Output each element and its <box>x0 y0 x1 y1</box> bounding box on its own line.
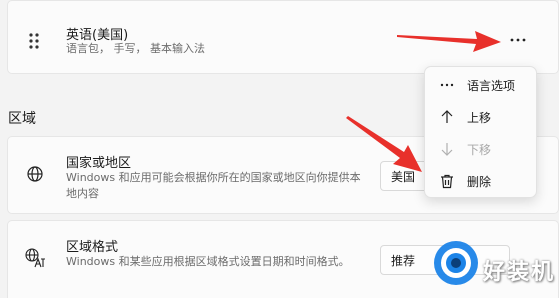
format-select-value: 推荐 <box>391 254 416 268</box>
annotation-arrow-icon <box>397 31 501 52</box>
menu-item-label: 删除 <box>467 175 492 189</box>
annotation-arrow-icon <box>346 116 422 172</box>
arrow-up-icon <box>441 110 453 123</box>
watermark-text: 好装机 <box>483 260 556 285</box>
arrow-down-icon <box>441 143 453 156</box>
menu-item-label: 语言选项 <box>467 79 516 93</box>
language-description: 语言包， 手写， 基本输入法 <box>66 42 205 55</box>
language-context-menu: 语言选项 上移 下移 删除 <box>424 66 537 198</box>
format-title: 区域格式 <box>66 240 119 255</box>
menu-item-language-options[interactable]: 语言选项 <box>425 69 538 101</box>
region-section-title: 区域 <box>8 111 36 127</box>
country-description: Windows 和应用可能会根据你所在的国家或地区向你提供本地内容 <box>66 171 361 200</box>
menu-item-label: 下移 <box>467 143 492 157</box>
watermark-logo: 好装机 <box>425 232 559 298</box>
trash-icon <box>441 174 453 189</box>
menu-item-move-up[interactable]: 上移 <box>425 101 538 133</box>
more-icon <box>510 38 526 42</box>
region-format-icon <box>25 248 45 268</box>
globe-icon <box>27 166 43 182</box>
watermark-logo-icon <box>434 241 478 285</box>
menu-item-remove[interactable]: 删除 <box>425 165 538 197</box>
language-more-button[interactable] <box>506 28 530 52</box>
menu-item-move-down[interactable]: 下移 <box>425 133 538 165</box>
country-title: 国家或地区 <box>66 156 132 171</box>
drag-handle-icon[interactable] <box>28 32 40 50</box>
menu-item-label: 上移 <box>467 111 492 125</box>
format-description: Windows 和某些应用根据区域格式设置日期和时间格式。 <box>66 255 350 268</box>
more-icon <box>440 83 454 87</box>
